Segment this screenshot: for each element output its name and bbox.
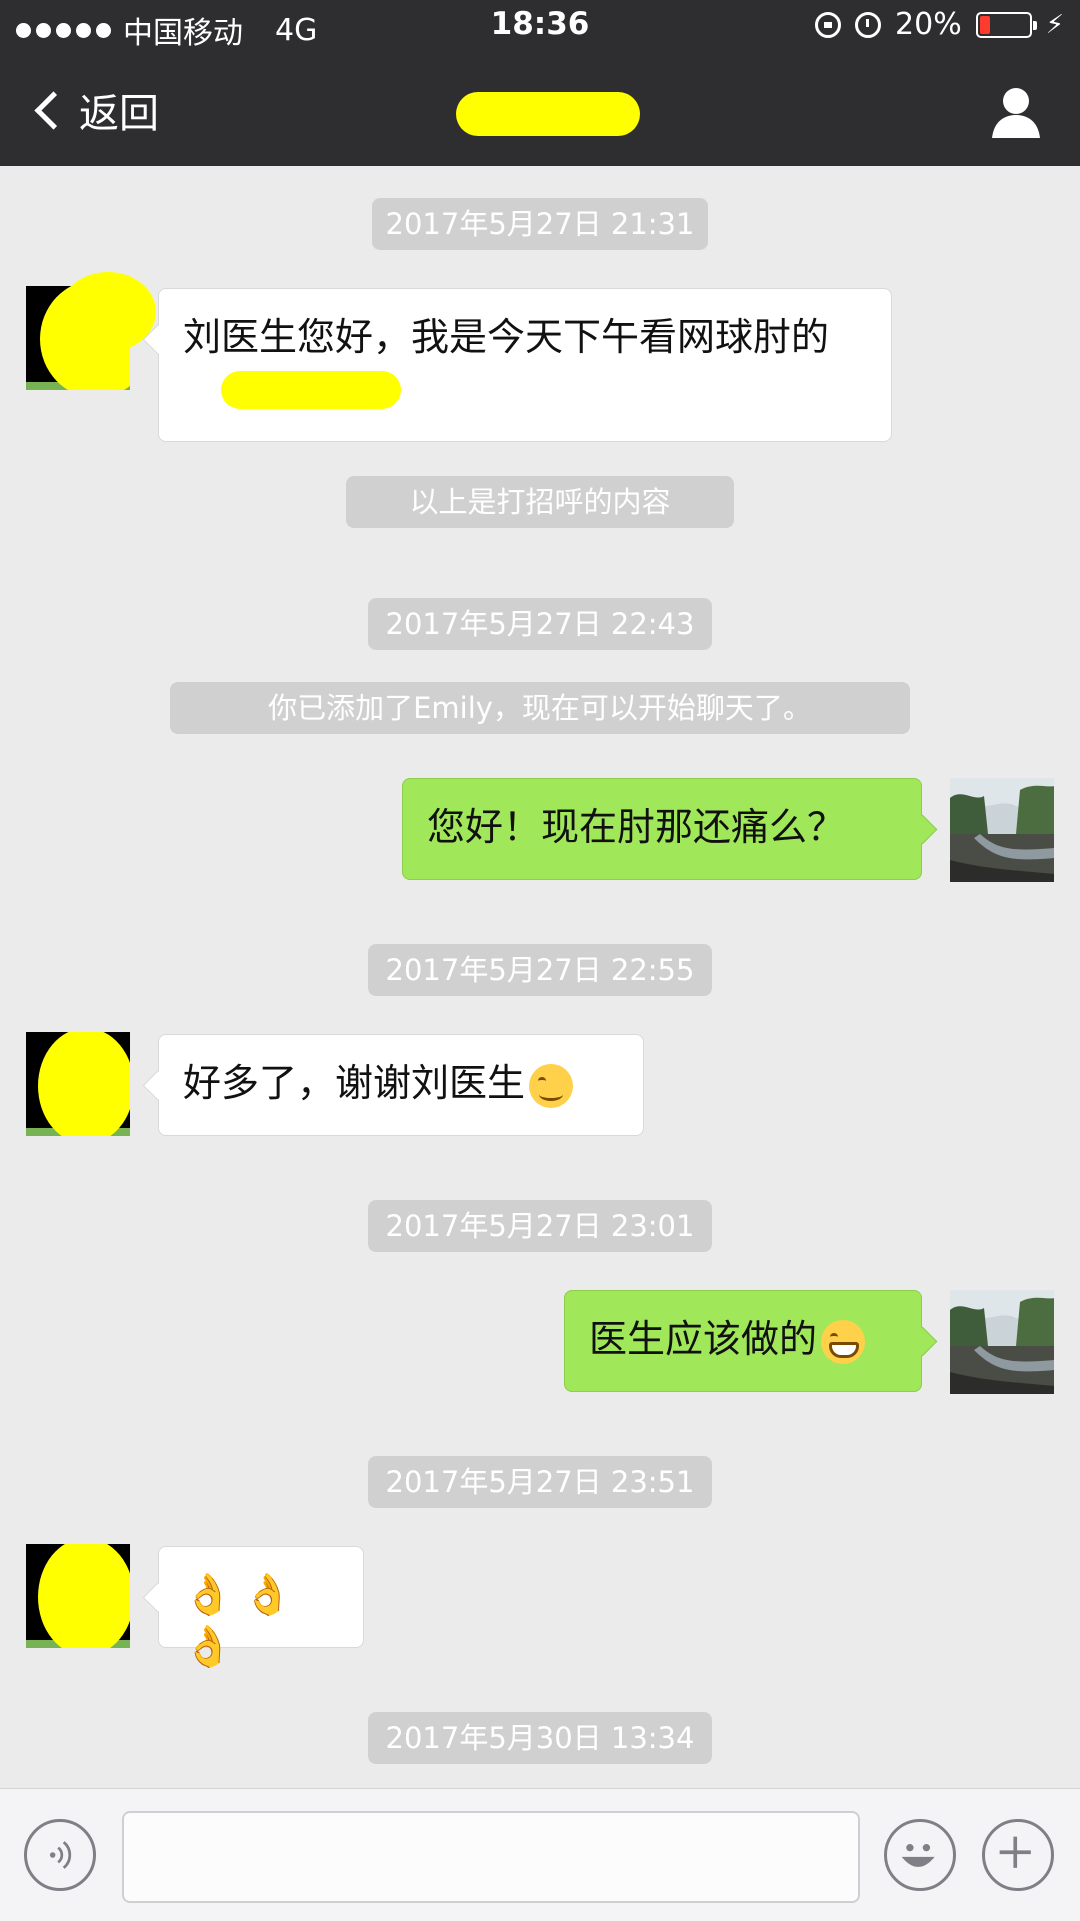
status-bar: 中国移动 4G 18:36 20% ⚡ (0, 0, 1080, 54)
ok-hand-emoji-icon: 👌 (183, 1624, 233, 1670)
message-bubble-incoming[interactable]: 好多了，谢谢刘医生 (158, 1034, 644, 1136)
timestamp: 2017年5月27日 23:51 (368, 1456, 712, 1508)
status-right: 20% ⚡ (815, 7, 1064, 42)
timestamp: 2017年5月30日 13:34 (368, 1712, 712, 1764)
redaction-mark (456, 92, 640, 136)
nav-bar: 返回 (0, 54, 1080, 166)
message-text: 医生应该做的 (589, 1317, 818, 1361)
smiling-face-emoji-icon (529, 1063, 574, 1108)
contact-avatar[interactable] (26, 1544, 130, 1648)
back-label: 返回 (79, 91, 159, 137)
message-bubble-incoming[interactable]: 刘医生您好，我是今天下午看网球肘的 (158, 288, 892, 442)
ok-hand-emoji-icon: 👌 (242, 1572, 293, 1618)
rotation-lock-icon (815, 11, 842, 38)
battery-fill (979, 15, 990, 34)
charging-bolt-icon: ⚡ (1045, 9, 1064, 40)
redaction-mark (60, 272, 156, 352)
redaction-mark (221, 371, 401, 409)
battery-percent: 20% (895, 7, 962, 42)
message-text: 好多了，谢谢刘医生 (183, 1061, 526, 1105)
person-icon[interactable] (988, 84, 1044, 140)
system-notice: 以上是打招呼的内容 (346, 476, 734, 528)
contact-avatar[interactable] (26, 1032, 130, 1136)
system-notice: 你已添加了Emily，现在可以开始聊天了。 (170, 682, 910, 734)
message-bubble-outgoing[interactable]: 您好！现在肘那还痛么？ (402, 778, 922, 880)
back-button[interactable]: 返回 (30, 78, 159, 142)
battery-icon (975, 11, 1037, 38)
message-text: 您好！现在肘那还痛么？ (427, 805, 846, 849)
message-input[interactable] (122, 1811, 860, 1903)
voice-icon[interactable] (24, 1819, 96, 1891)
chevron-left-icon (34, 90, 73, 130)
emoji-icon[interactable] (884, 1819, 956, 1891)
input-bar (0, 1788, 1080, 1921)
ok-hand-emoji-icon: 👌 (183, 1572, 233, 1618)
timestamp: 2017年5月27日 23:01 (368, 1200, 712, 1252)
alarm-icon (855, 11, 882, 38)
message-bubble-incoming[interactable]: 👌 👌👌 (158, 1546, 364, 1670)
my-avatar[interactable] (950, 1290, 1054, 1394)
message-bubble-outgoing[interactable]: 医生应该做的 (564, 1290, 922, 1392)
message-text: 刘医生您好，我是今天下午看网球肘的 (183, 315, 830, 359)
timestamp: 2017年5月27日 21:31 (372, 198, 708, 250)
my-avatar[interactable] (950, 778, 1054, 882)
chat-title (456, 84, 640, 136)
plus-icon[interactable] (982, 1819, 1054, 1891)
timestamp: 2017年5月27日 22:55 (368, 944, 712, 996)
timestamp: 2017年5月27日 22:43 (368, 598, 712, 650)
grinning-face-emoji-icon (821, 1319, 866, 1364)
